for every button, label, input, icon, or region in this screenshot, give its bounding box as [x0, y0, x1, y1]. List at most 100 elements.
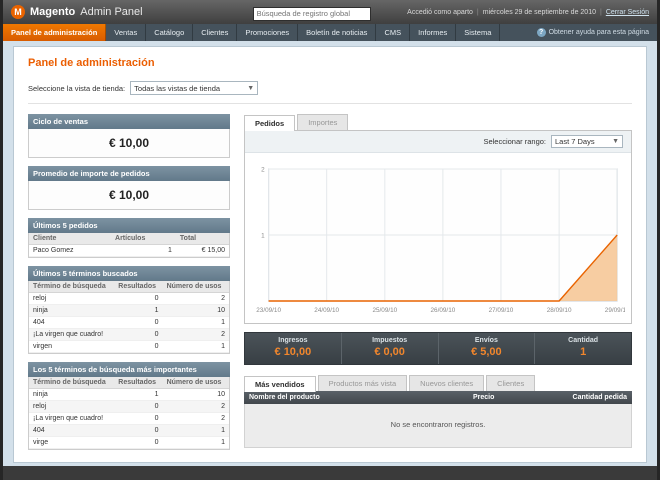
svg-text:25/09/10: 25/09/10: [372, 307, 397, 314]
page-help-link[interactable]: ? Obtener ayuda para esta página: [529, 24, 657, 41]
table-row[interactable]: ninja 1 10: [29, 304, 229, 317]
brand-name: Magento: [30, 6, 76, 18]
column-header: Resultados: [114, 281, 163, 293]
range-select[interactable]: Last 7 Days ▼: [551, 135, 623, 148]
tab-new-customers[interactable]: Nuevos clientes: [409, 375, 485, 391]
nav-item-newsletter[interactable]: Boletín de noticias: [298, 24, 377, 41]
table-row[interactable]: 404 0 1: [29, 424, 229, 437]
tab-orders[interactable]: Pedidos: [244, 115, 296, 131]
range-row: Seleccionar rango: Last 7 Days ▼: [245, 131, 631, 153]
search-uses: 10: [162, 304, 229, 317]
totals-bar: Ingresos € 10,00 Impuestos € 0,00 Envíos…: [244, 332, 632, 365]
search-term: ¡La virgen que cuadro!: [29, 412, 115, 425]
stat-label: Envíos: [474, 337, 498, 344]
magento-logo-icon: M: [11, 5, 25, 19]
top-header: M Magento Admin Panel Accedió como apart…: [3, 0, 657, 24]
stat-label: Ingresos: [278, 337, 308, 344]
global-search: [252, 3, 371, 21]
search-results: 0: [114, 316, 163, 329]
table-header-row: Término de búsqueda Resultados Número de…: [29, 281, 229, 293]
logged-in-as-text: Accedió como aparto: [407, 8, 473, 16]
average-orders-box: Promedio de importe de pedidos € 10,00: [28, 166, 230, 210]
top-search-terms-box: Los 5 términos de búsqueda más important…: [28, 362, 230, 450]
nav-item-system[interactable]: Sistema: [456, 24, 501, 41]
nav-item-dashboard[interactable]: Panel de administración: [3, 24, 107, 41]
table-row[interactable]: ¡La virgen que cuadro! 0 2: [29, 328, 229, 341]
stat-value: € 10,00: [274, 346, 312, 358]
stat-revenue: Ingresos € 10,00: [245, 333, 342, 364]
products-grid: Nombre del producto Precio Cantidad pedi…: [244, 391, 632, 448]
last-search-terms-box: Últimos 5 términos buscados Término de b…: [28, 266, 230, 354]
stat-quantity: Cantidad 1: [535, 333, 631, 364]
last-orders-table: Cliente Artículos Total Paco Gomez 1 € 1…: [29, 233, 229, 257]
dashboard-right-column: Pedidos Importes Seleccionar rango: Last…: [244, 114, 632, 458]
table-row[interactable]: Paco Gomez 1 € 15,00: [29, 244, 229, 257]
tab-most-viewed[interactable]: Productos más vista: [317, 375, 408, 391]
svg-text:27/09/10: 27/09/10: [489, 307, 514, 314]
store-view-label: Seleccione la vista de tienda:: [28, 83, 126, 93]
search-uses: 10: [162, 388, 229, 401]
nav-item-cms[interactable]: CMS: [376, 24, 411, 41]
average-orders-value: € 10,00: [108, 188, 150, 202]
svg-text:26/09/10: 26/09/10: [431, 307, 456, 314]
store-view-value: Todas las vistas de tienda: [134, 83, 221, 93]
svg-text:2: 2: [261, 166, 265, 173]
search-term: virgen: [29, 340, 115, 353]
nav-item-sales[interactable]: Ventas: [106, 24, 147, 41]
nav-item-promotions[interactable]: Promociones: [237, 24, 299, 41]
column-header: Artículos: [111, 233, 176, 245]
main-nav: Panel de administración Ventas Catálogo …: [3, 24, 657, 41]
stat-shipping: Envíos € 5,00: [439, 333, 536, 364]
logout-link[interactable]: Cerrar Sesión: [606, 9, 649, 16]
table-row[interactable]: ¡La virgen que cuadro! 0 2: [29, 412, 229, 425]
search-uses: 1: [162, 340, 229, 353]
search-uses: 1: [162, 424, 229, 437]
column-header: Nombre del producto: [249, 394, 320, 401]
search-uses: 2: [162, 412, 229, 425]
header-user-area: Accedió como aparto | miércoles 29 de se…: [407, 9, 649, 16]
footer-bar: [3, 466, 657, 480]
search-uses: 2: [162, 400, 229, 413]
tab-amounts[interactable]: Importes: [297, 114, 349, 130]
stat-value: € 5,00: [471, 346, 502, 358]
table-row[interactable]: reloj 0 2: [29, 400, 229, 413]
search-results: 0: [114, 328, 163, 341]
nav-item-customers[interactable]: Clientes: [193, 24, 238, 41]
box-title: Promedio de importe de pedidos: [28, 166, 230, 181]
box-title: Los 5 términos de búsqueda más important…: [28, 362, 230, 377]
help-icon: ?: [536, 28, 546, 37]
app-title: Admin Panel: [80, 6, 143, 18]
search-term: ¡La virgen que cuadro!: [29, 328, 115, 341]
lifetime-sales-box: Ciclo de ventas € 10,00: [28, 114, 230, 158]
table-row[interactable]: 404 0 1: [29, 316, 229, 329]
column-header: Precio: [473, 394, 495, 401]
divider: [28, 103, 632, 104]
search-term: ninja: [29, 304, 115, 317]
top-search-table: Término de búsqueda Resultados Número de…: [29, 377, 229, 449]
box-title: Ciclo de ventas: [28, 114, 230, 129]
search-results: 0: [114, 400, 163, 413]
search-uses: 1: [162, 316, 229, 329]
order-customer: Paco Gomez: [29, 244, 112, 257]
search-results: 0: [114, 292, 163, 305]
table-row[interactable]: virgen 0 1: [29, 340, 229, 353]
store-view-select[interactable]: Todas las vistas de tienda ▼: [130, 81, 259, 95]
order-total: € 15,00: [175, 244, 229, 257]
search-term: 404: [29, 316, 115, 329]
table-row[interactable]: ninja 1 10: [29, 388, 229, 401]
tab-customers[interactable]: Clientes: [486, 375, 536, 391]
table-row[interactable]: virge 0 1: [29, 436, 229, 449]
chevron-down-icon: ▼: [612, 138, 619, 145]
orders-line-chart: 23/09/10 24/09/10 25/09/10 26/09/10 27/09/10…: [256, 166, 625, 314]
nav-item-catalog[interactable]: Catálogo: [146, 24, 194, 41]
nav-item-reports[interactable]: Informes: [410, 24, 457, 41]
table-row[interactable]: reloj 0 2: [29, 292, 229, 305]
global-search-input[interactable]: [252, 6, 371, 21]
search-results: 0: [114, 412, 163, 425]
search-results: 1: [114, 388, 163, 401]
products-tabs: Más vendidos Productos más vista Nuevos …: [244, 375, 632, 392]
tab-bestsellers[interactable]: Más vendidos: [244, 376, 316, 392]
column-header: Cantidad pedida: [572, 394, 627, 401]
content-panel: Panel de administración Seleccione la vi…: [13, 46, 647, 463]
search-term: ninja: [29, 388, 115, 401]
